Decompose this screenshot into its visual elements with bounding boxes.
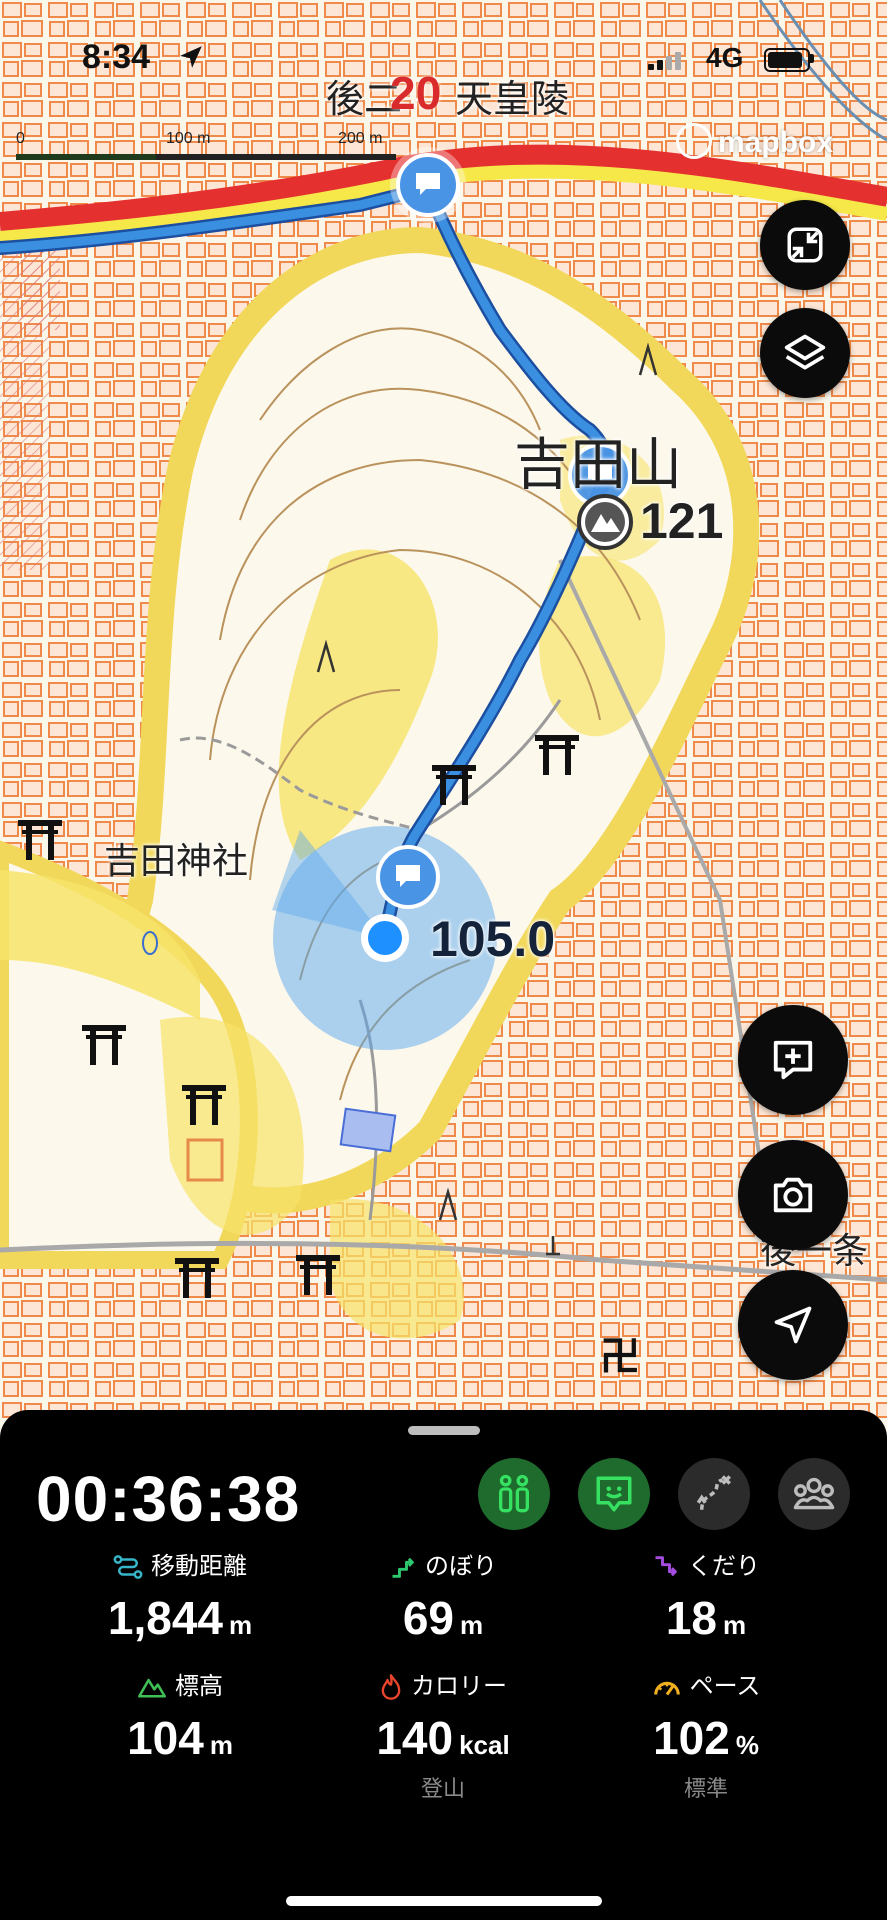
stat-pace-unit: % [735, 1730, 759, 1760]
mapbox-attribution[interactable]: mapbox [676, 123, 834, 162]
stat-calorie-sub: 登山 [420, 1777, 465, 1802]
map-label-shrine: 吉田神社 [104, 841, 249, 882]
route-path-icon [696, 1475, 731, 1510]
peak-elevation: 121 [640, 493, 724, 549]
ascent-icon [392, 1557, 414, 1578]
distance-icon [113, 1555, 143, 1579]
stat-elevation-unit: m [209, 1730, 233, 1760]
mapbox-text: mapbox [718, 126, 834, 159]
stat-pace: ペース 102% 標準 [566, 1666, 846, 1803]
current-location-dot [361, 914, 409, 962]
scale-tick-100: 100 m [166, 130, 211, 147]
stat-calorie-label: カロリー [411, 1672, 507, 1700]
signal-icon [648, 52, 684, 70]
stat-ascent: のぼり 69 m [303, 1546, 583, 1645]
stat-pace-sub: 標準 [683, 1777, 728, 1802]
fit-route-icon [787, 227, 823, 263]
tracking-mode-button[interactable] [578, 1458, 650, 1530]
smile-badge-icon [596, 1476, 632, 1512]
scale-tick-0: 0 [16, 130, 25, 147]
camera-icon [773, 1177, 813, 1213]
stat-descent-unit: m [723, 1610, 747, 1640]
network-type: 4G [706, 42, 744, 73]
navigation-arrow-icon [774, 1306, 812, 1344]
stat-distance: 移動距離 1,844 m [40, 1546, 320, 1645]
elapsed-time: 00:36:38 [36, 1463, 301, 1535]
stat-calorie-value: 140 [376, 1712, 454, 1764]
activity-panel: 00:36:38 移動距離 1,844 m のぼり 69 m くだり 18 m 標高 … [0, 1410, 887, 1920]
stat-calorie: カロリー 140 kcal 登山 [303, 1666, 583, 1803]
stat-distance-label: 移動距離 [151, 1552, 247, 1580]
flame-icon [381, 1674, 401, 1700]
route-mode-button[interactable] [678, 1458, 750, 1530]
map-label-mountain: 吉田山 [514, 433, 682, 498]
stat-descent: くだり 18 m [566, 1546, 846, 1645]
mapbox-logo-icon [676, 123, 712, 160]
fit-route-button[interactable] [760, 200, 850, 290]
status-time: 8:34 [82, 38, 151, 76]
current-elevation: 105.0 [430, 911, 556, 967]
add-memo-icon [773, 1040, 813, 1080]
battery-tip [810, 54, 814, 63]
stat-ascent-unit: m [460, 1610, 484, 1640]
group-mode-button[interactable] [778, 1458, 850, 1530]
memo-pin-current[interactable] [376, 845, 440, 909]
group-icon [793, 1477, 835, 1510]
location-services-icon [180, 46, 202, 68]
temple-icon: 卍 [600, 1334, 640, 1380]
scale-segment [16, 154, 156, 160]
summit-icon [577, 494, 633, 550]
status-bar: 8:34 4G [0, 0, 887, 110]
camera-button[interactable] [738, 1140, 848, 1250]
stat-pace-label: ペース [689, 1672, 761, 1700]
stat-calorie-unit: kcal [459, 1730, 510, 1760]
scale-bar: 0 100 m 200 m [16, 130, 396, 170]
stat-elevation: 標高 104 m [40, 1666, 320, 1765]
battery-icon [764, 48, 810, 72]
stat-descent-value: 18 [665, 1592, 718, 1644]
stat-descent-label: くだり [688, 1552, 760, 1580]
scale-tick-200: 200 m [338, 130, 383, 147]
stat-ascent-value: 69 [402, 1592, 455, 1644]
stat-pace-value: 102 [653, 1712, 730, 1764]
stat-elevation-label: 標高 [175, 1672, 223, 1700]
layers-button[interactable] [760, 308, 850, 398]
stat-distance-value: 1,844 [107, 1592, 223, 1644]
stat-distance-unit: m [229, 1610, 253, 1640]
panel-drag-handle[interactable] [408, 1426, 480, 1435]
locate-me-button[interactable] [738, 1270, 848, 1380]
add-memo-button[interactable] [738, 1005, 848, 1115]
mountain-icon [138, 1678, 166, 1698]
hiking-icon [499, 1474, 529, 1513]
gauge-icon [653, 1681, 680, 1696]
home-indicator[interactable] [286, 1896, 602, 1906]
memo-pin-top[interactable] [390, 147, 466, 223]
stat-elevation-value: 104 [127, 1712, 204, 1764]
layers-icon [784, 334, 826, 370]
descent-icon [655, 1556, 677, 1577]
hiking-mode-button[interactable] [478, 1458, 550, 1530]
stat-ascent-label: のぼり [425, 1552, 497, 1580]
